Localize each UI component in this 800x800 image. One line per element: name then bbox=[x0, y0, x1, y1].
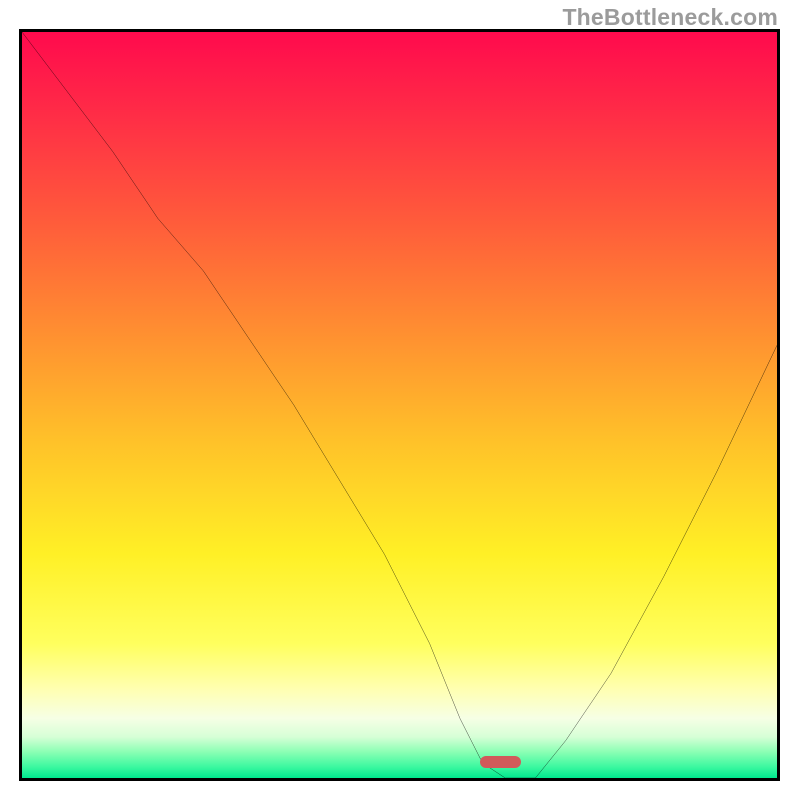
heat-gradient-background bbox=[22, 32, 777, 778]
watermark-text: TheBottleneck.com bbox=[562, 4, 778, 31]
optimal-range-marker bbox=[480, 756, 522, 768]
chart-frame bbox=[19, 29, 780, 781]
